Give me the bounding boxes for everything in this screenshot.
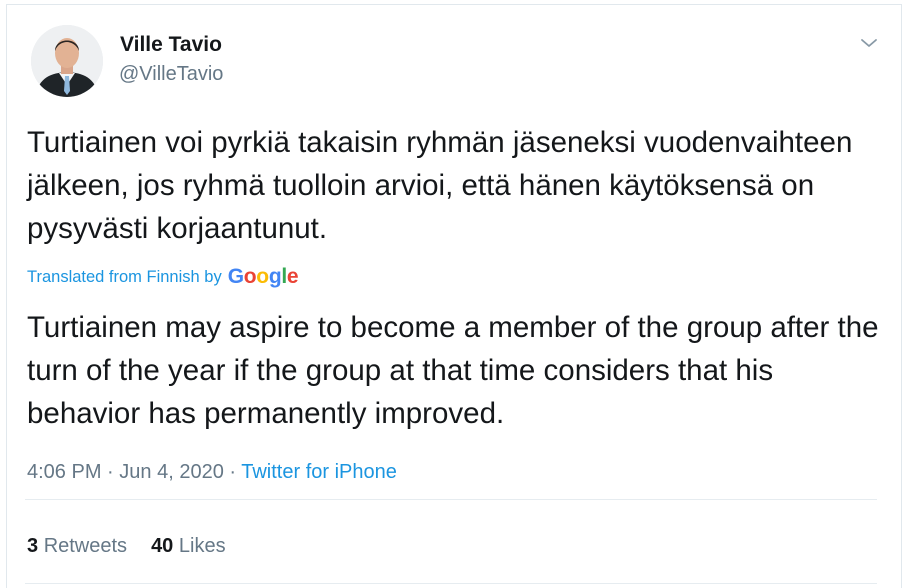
author-handle[interactable]: @VilleTavio xyxy=(119,63,223,86)
avatar[interactable] xyxy=(31,25,103,97)
meta-separator: · xyxy=(107,461,114,483)
retweets-count: 3 xyxy=(27,535,39,557)
tweet-metadata: 4:06 PM · Jun 4, 2020 · Twitter for iPho… xyxy=(27,461,397,484)
tweet-source-link[interactable]: Twitter for iPhone xyxy=(241,461,397,483)
tweet-translated-text: Turtiainen may aspire to become a member… xyxy=(27,311,879,430)
likes-count: 40 xyxy=(151,535,174,557)
google-logo: Google xyxy=(227,265,299,288)
profile-photo xyxy=(31,25,103,97)
tweet-card: Ville Tavio @VilleTavio Turtiainen voi p… xyxy=(6,4,902,588)
tweet-original-text: Turtiainen voi pyrkiä takaisin ryhmän jä… xyxy=(27,126,853,245)
tweet-stats: 3 Retweets 40 Likes xyxy=(27,535,226,558)
retweets-label: Retweets xyxy=(43,535,128,557)
tweet-time[interactable]: 4:06 PM xyxy=(27,461,101,483)
translation-label: Translated from Finnish by xyxy=(27,267,222,286)
translation-attribution[interactable]: Translated from Finnish by Google xyxy=(27,265,299,289)
tweet-date[interactable]: Jun 4, 2020 xyxy=(119,461,224,483)
likes-stat[interactable]: 40 Likes xyxy=(151,535,226,557)
divider xyxy=(25,499,877,500)
likes-label: Likes xyxy=(178,535,226,557)
author-name[interactable]: Ville Tavio xyxy=(120,33,222,57)
retweets-stat[interactable]: 3 Retweets xyxy=(27,535,127,557)
chevron-down-icon[interactable] xyxy=(857,31,881,55)
meta-separator: · xyxy=(229,461,237,483)
divider xyxy=(25,583,877,584)
